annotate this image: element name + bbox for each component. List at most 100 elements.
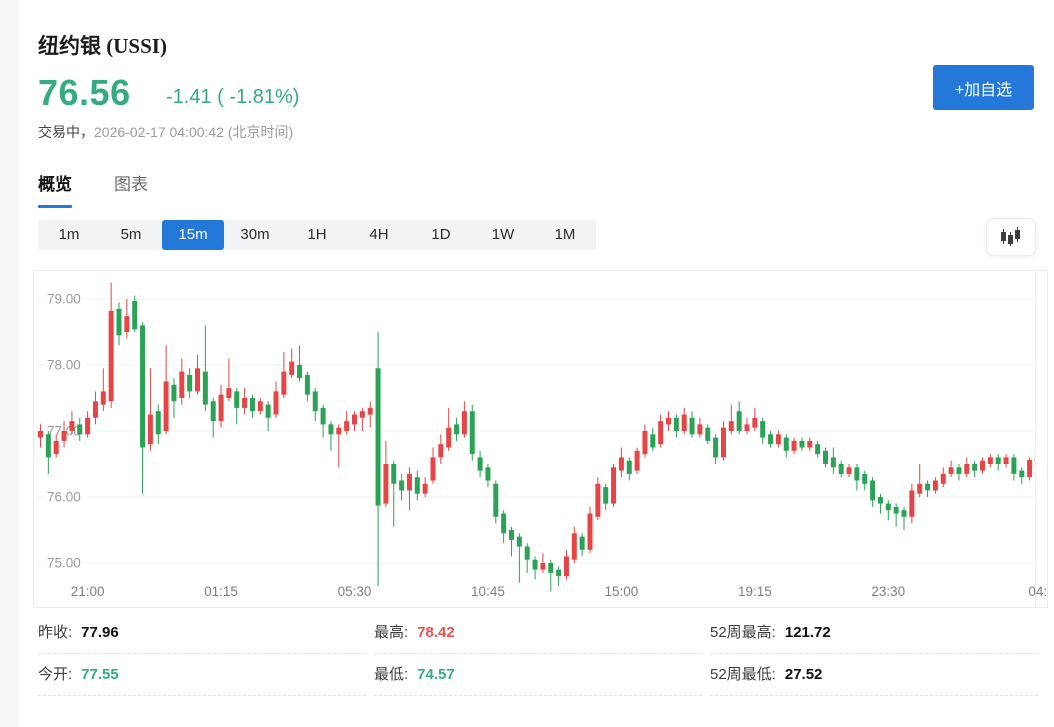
candle-body [917,484,922,494]
instrument-name: 纽约银 [38,35,101,58]
candle-body [1004,457,1009,464]
candle-body [847,467,852,474]
divider [374,695,702,696]
period-button-4H[interactable]: 4H [348,220,410,250]
divider [710,695,1038,696]
candle-body [619,457,624,470]
candle-body [776,434,781,444]
candle-body [595,484,600,517]
candle-body [760,421,765,438]
tab-chart[interactable]: 图表 [114,170,148,208]
add-watchlist-button[interactable]: +加自选 [933,65,1034,110]
period-button-1D[interactable]: 1D [410,220,472,250]
candle-body [925,484,930,491]
stat-row: 52周最低:27.52 [710,654,1038,696]
candle-body [454,424,459,434]
candle-body [894,507,899,514]
candle-body [745,424,750,431]
candle-body [368,408,373,415]
tab-label: 图表 [114,175,148,194]
instrument-code: (USSI) [101,34,167,58]
candle-body [964,464,969,474]
candle-body [603,487,608,504]
candle-body [627,461,632,474]
tab-bar: 概览 图表 [38,170,190,210]
candle-body [493,484,498,517]
candle-body [266,405,271,418]
stat-row: 最高:78.42 [374,612,702,654]
period-button-5m[interactable]: 5m [100,220,162,250]
candle-body [588,514,593,550]
candle-body [164,382,169,432]
candlestick-chart[interactable]: 79.0078.0077.0076.0075.0021:0001:1505:30… [34,271,1047,607]
candle-body [902,510,907,517]
candle-body [517,537,522,547]
chart-container[interactable]: 79.0078.0077.0076.0075.0021:0001:1505:30… [33,270,1048,608]
candle-body [611,467,616,503]
candle-body [242,398,247,408]
candle-body [870,481,875,501]
period-button-1W[interactable]: 1W [472,220,534,250]
candle-body [540,563,545,570]
candle-body [1011,457,1016,474]
candle-body [281,372,286,395]
candle-body [219,395,224,421]
candle-body [234,391,239,408]
candle-body [195,368,200,391]
period-button-1M[interactable]: 1M [534,220,596,250]
candle-body [274,391,279,414]
period-button-15m[interactable]: 15m [162,220,224,250]
candle-body [438,444,443,457]
x-axis-label: 01:15 [204,584,238,599]
candle-body [313,391,318,411]
candle-body [305,375,310,395]
period-button-1H[interactable]: 1H [286,220,348,250]
candle-body [768,434,773,444]
candle-body [148,415,153,445]
candle-body [226,388,231,398]
candle-body [792,441,797,451]
candlestick-chart-icon [1000,227,1022,247]
candle-body [54,441,59,454]
candle-body [956,467,961,474]
period-button-1m[interactable]: 1m [38,220,100,250]
candle-body [525,547,530,560]
tab-overview[interactable]: 概览 [38,170,72,208]
candle-body [376,368,381,505]
candle-body [949,467,954,474]
y-axis-label: 79.00 [47,292,81,307]
candle-body [211,401,216,421]
candle-body [171,385,176,402]
candle-body [328,424,333,434]
chart-type-button[interactable] [986,218,1036,256]
candle-body [336,428,341,435]
candle-body [815,444,820,454]
tab-label: 概览 [38,175,72,194]
candle-body [431,457,436,480]
stat-label: 今开: [38,666,72,683]
candle-body [360,411,365,418]
candle-body [446,428,451,448]
candle-body [909,490,914,516]
candle-body [729,421,734,431]
candle-body [77,424,82,434]
candle-body [69,421,74,431]
candle-body [941,474,946,484]
period-selector: 1m5m15m30m1H4H1D1W1M [38,220,596,250]
candle-body [799,441,804,448]
candle-body [642,431,647,454]
period-button-30m[interactable]: 30m [224,220,286,250]
candle-body [548,563,553,573]
candle-body [352,415,357,425]
candle-body [187,375,192,392]
candle-body [972,464,977,471]
candle-body [988,457,993,464]
y-axis-label: 78.00 [47,358,81,373]
candle-body [407,474,412,491]
candle-body [93,401,98,418]
candle-body [831,457,836,467]
candle-body [682,415,687,432]
candle-body [124,316,129,332]
stat-row: 最低:74.57 [374,654,702,696]
candle-body [297,365,302,378]
